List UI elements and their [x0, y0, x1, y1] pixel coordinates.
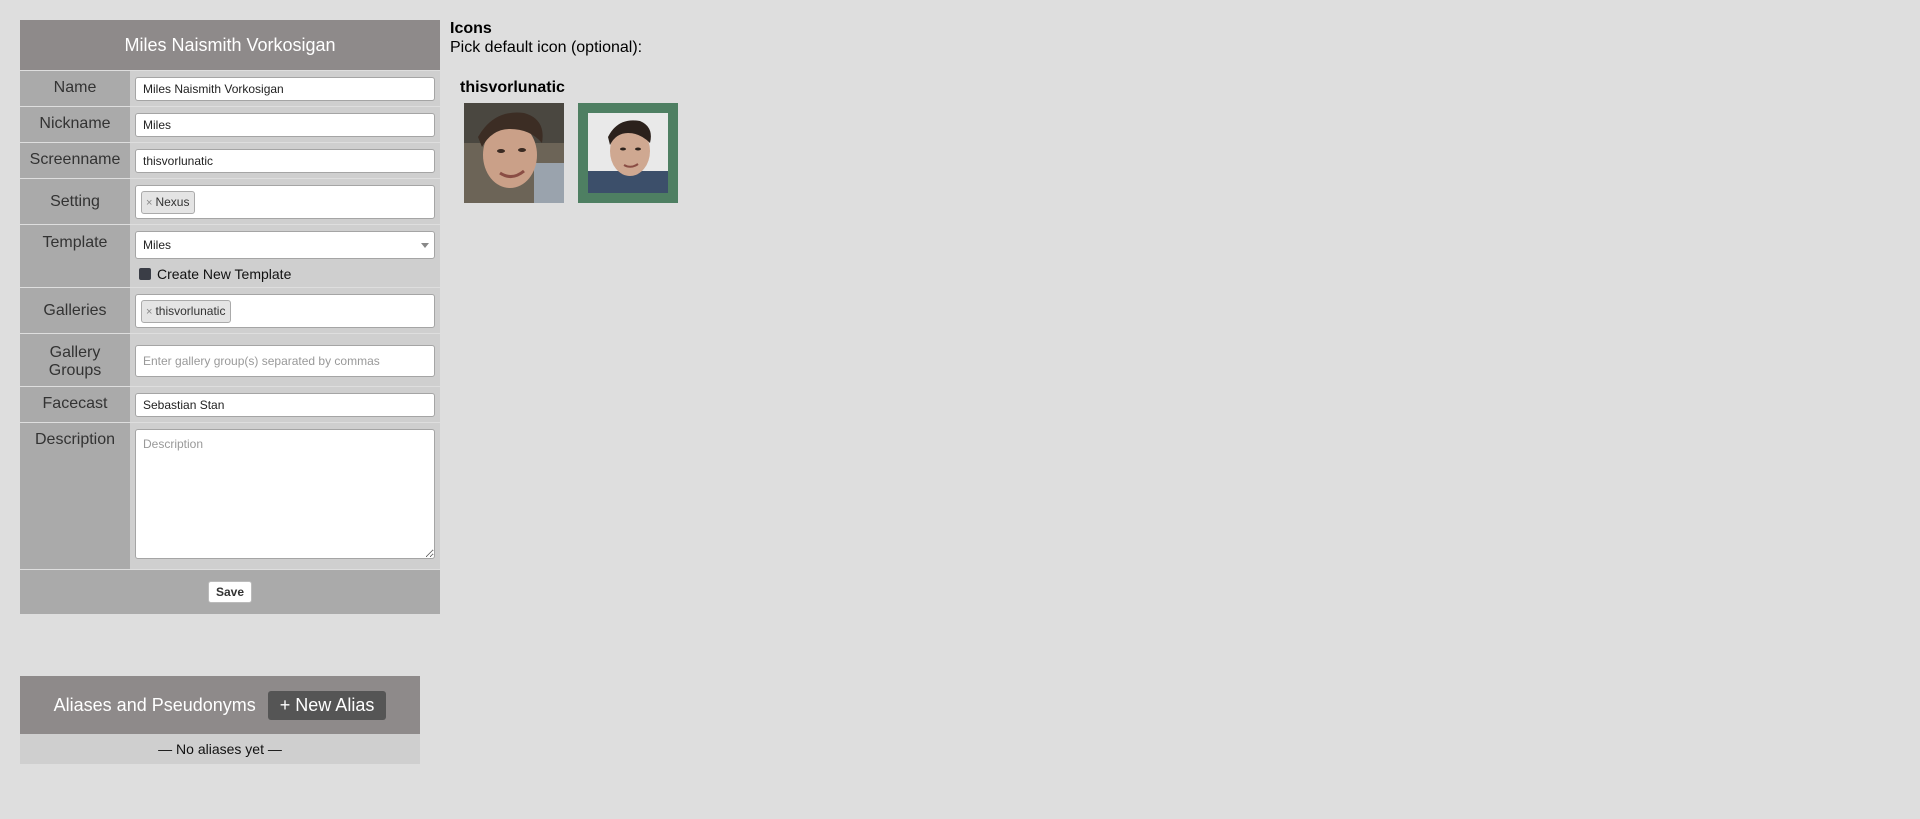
galleries-label: Galleries [20, 288, 130, 333]
remove-tag-icon[interactable]: × [146, 306, 152, 318]
screenname-row: Screenname [20, 142, 440, 178]
facecast-label: Facecast [20, 387, 130, 422]
description-textarea[interactable] [135, 429, 435, 559]
aliases-header: Aliases and Pseudonyms + New Alias [20, 676, 420, 734]
aliases-panel: Aliases and Pseudonyms + New Alias — No … [20, 676, 420, 764]
galleries-row: Galleries × thisvorlunatic [20, 287, 440, 333]
aliases-title: Aliases and Pseudonyms [53, 694, 256, 715]
new-alias-button[interactable]: + New Alias [267, 690, 387, 720]
nickname-row: Nickname [20, 106, 440, 142]
gallery-tag-label: thisvorlunatic [155, 304, 226, 318]
icons-title: Icons [450, 20, 492, 37]
portrait-icon [588, 113, 668, 193]
create-template-option: Create New Template [135, 266, 435, 282]
template-select[interactable]: Miles [135, 231, 435, 259]
name-row: Name [20, 70, 440, 106]
name-input[interactable] [135, 77, 435, 101]
gallery-groups-row: Gallery Groups [20, 333, 440, 386]
gallery-groups-input[interactable] [135, 345, 435, 377]
icons-section: Icons Pick default icon (optional): this… [450, 20, 692, 203]
facecast-input[interactable] [135, 393, 435, 417]
description-row: Description [20, 422, 440, 569]
screenname-label: Screenname [20, 143, 130, 178]
template-selected-value: Miles [143, 238, 172, 252]
remove-tag-icon[interactable]: × [146, 197, 152, 209]
character-title: Miles Naismith Vorkosigan [20, 20, 440, 70]
gallery-tag: × thisvorlunatic [141, 300, 232, 323]
template-row: Template Miles Create New Template [20, 224, 440, 287]
setting-tag: × Nexus [141, 191, 196, 214]
icon-thumbnail[interactable] [464, 103, 564, 203]
create-template-label[interactable]: Create New Template [157, 266, 291, 282]
setting-tag-input[interactable]: × Nexus [135, 185, 435, 219]
portrait-icon [464, 103, 564, 203]
aliases-empty-message: — No aliases yet — [20, 734, 420, 764]
screenname-input[interactable] [135, 149, 435, 173]
create-template-checkbox[interactable] [139, 268, 151, 280]
description-label: Description [20, 423, 130, 569]
setting-label: Setting [20, 179, 130, 224]
nickname-input[interactable] [135, 113, 435, 137]
chevron-down-icon [421, 243, 429, 248]
form-footer: Save [20, 569, 440, 614]
save-button[interactable]: Save [207, 581, 253, 603]
setting-tag-label: Nexus [155, 195, 190, 209]
setting-row: Setting × Nexus [20, 178, 440, 224]
template-label: Template [20, 225, 130, 287]
name-label: Name [20, 71, 130, 106]
icons-subtitle: Pick default icon (optional): [450, 39, 643, 56]
character-form: Miles Naismith Vorkosigan Name Nickname … [20, 20, 440, 614]
galleries-tag-input[interactable]: × thisvorlunatic [135, 294, 435, 328]
facecast-row: Facecast [20, 386, 440, 422]
gallery-name: thisvorlunatic [460, 79, 565, 96]
gallery-groups-label: Gallery Groups [20, 334, 130, 386]
icon-list [464, 103, 692, 203]
icon-thumbnail-selected[interactable] [578, 103, 678, 203]
nickname-label: Nickname [20, 107, 130, 142]
